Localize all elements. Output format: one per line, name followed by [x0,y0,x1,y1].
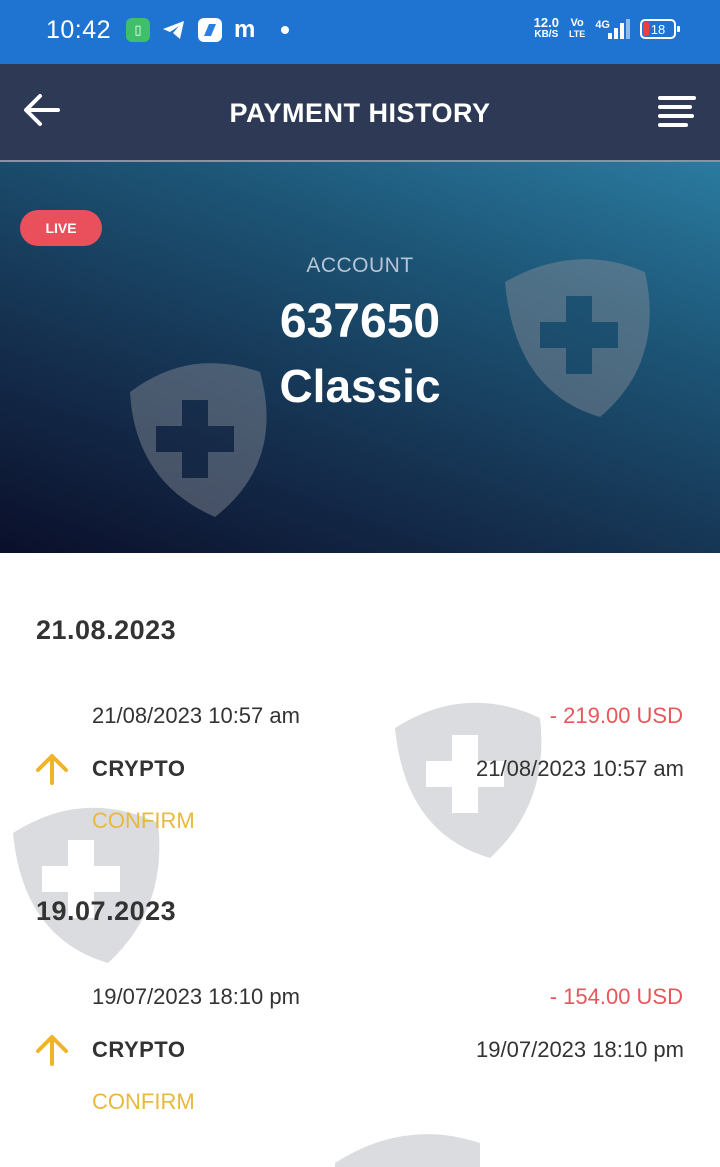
arrow-up-icon [36,754,68,785]
net-speed-value: 12.0 [533,15,559,30]
transaction-datetime-right: 21/08/2023 10:57 am [476,756,684,781]
account-type: Classic [279,360,441,412]
notification-dot-icon [281,26,290,34]
network-type: 4G [595,19,610,31]
transaction-status: CONFIRM [92,1089,195,1114]
account-number: 637650 [279,295,441,348]
account-label: ACCOUNT [306,254,414,277]
menu-button[interactable] [658,96,696,130]
volte-top: Vo [570,17,584,29]
volte-bottom: LTE [568,29,586,39]
date-heading: 21.08.2023 [36,615,177,645]
blue-app-icon [198,18,222,42]
account-card: LIVE ACCOUNT 637650 Classic [0,162,720,553]
net-speed-unit: KB/S [534,29,559,40]
arrow-up-icon [36,1035,68,1066]
app-header: PAYMENT HISTORY [0,64,720,162]
status-system-icons: 12.0 KB/S Vo LTE 4G 18 [533,15,680,41]
net-speed: 12.0 KB/S [533,15,559,41]
battery-level: 18 [650,21,666,37]
menu-icon [658,96,696,127]
transaction-method: CRYPTO [92,756,186,781]
battery-icon: 18 [640,19,680,39]
transaction-datetime: 21/08/2023 10:57 am [92,703,300,728]
live-badge: LIVE [20,210,102,246]
status-time: 10:42 [46,16,112,44]
signal-icon: 4G [595,19,630,39]
status-bar: 10:42 ▯ m 12.0 KB/S Vo LTE 4G 18 [0,0,720,64]
transaction-amount: - 154.00 USD [549,984,683,1009]
transaction-datetime-right: 19/07/2023 18:10 pm [476,1037,684,1062]
telegram-icon [162,18,186,42]
transaction-status: CONFIRM [92,808,195,833]
transaction-amount: - 219.00 USD [549,703,683,728]
m-app-icon: m [234,16,256,43]
status-notification-icons: ▯ m [126,16,290,43]
transaction-method: CRYPTO [92,1037,186,1062]
transaction-datetime: 19/07/2023 18:10 pm [92,984,300,1009]
page-title: PAYMENT HISTORY [229,98,491,128]
battery-saver-app-icon: ▯ [126,18,150,42]
volte-indicator: Vo LTE [569,18,585,40]
date-heading: 19.07.2023 [36,896,177,926]
shield-watermark-icon [335,1134,480,1167]
